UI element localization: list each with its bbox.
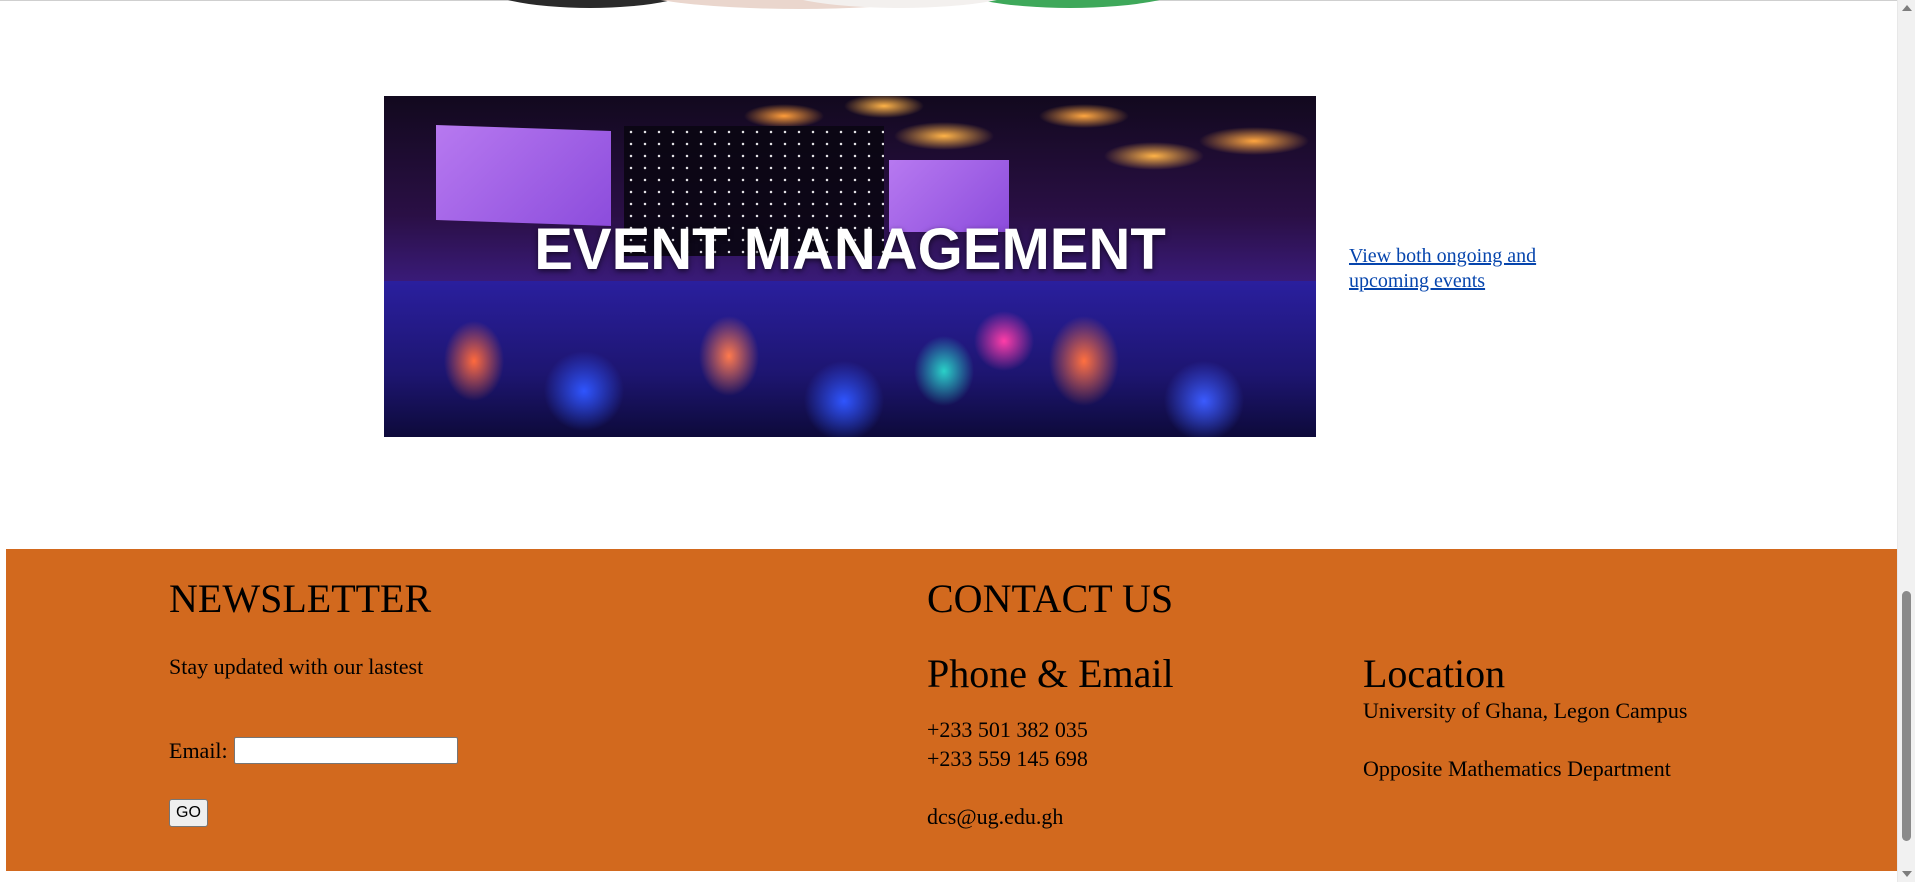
- email-input[interactable]: [233, 737, 458, 764]
- location-details: University of Ghana, Legon Campus Opposi…: [1363, 696, 1723, 783]
- contact-email: dcs@ug.edu.gh: [927, 804, 1064, 829]
- go-button[interactable]: GO: [169, 799, 208, 827]
- scroll-up-arrow-icon[interactable]: [1902, 5, 1912, 11]
- location-section: Location University of Ghana, Legon Camp…: [1363, 652, 1723, 783]
- event-management-image: EVENT MANAGEMENT: [384, 96, 1316, 437]
- location-heading: Location: [1363, 651, 1506, 696]
- email-label: Email:: [169, 737, 228, 763]
- scrollbar-thumb[interactable]: [1902, 591, 1911, 842]
- contact-section: CONTACT US Phone & Email +233 501 382 03…: [927, 576, 1174, 830]
- phone-number: +233 559 145 698: [927, 746, 1088, 771]
- newsletter-subtext: Stay updated with our lastest: [169, 654, 424, 679]
- scroll-down-arrow-icon[interactable]: [1902, 871, 1912, 877]
- view-events-link[interactable]: View both ongoing and upcoming events: [1349, 244, 1579, 294]
- phone-email-details: +233 501 382 035 +233 559 145 698 dcs@ug…: [927, 715, 1088, 831]
- newsletter-section: NEWSLETTER Stay updated with our lastest…: [169, 576, 458, 827]
- event-banner-title: EVENT MANAGEMENT: [534, 217, 1166, 282]
- projection-screen: [436, 124, 611, 227]
- location-landmark: Opposite Mathematics Department: [1363, 756, 1671, 781]
- phone-number: +233 501 382 035: [927, 717, 1088, 742]
- vertical-scrollbar[interactable]: [1897, 0, 1915, 882]
- footer: NEWSLETTER Stay updated with our lastest…: [6, 549, 1897, 871]
- hero-image-remnant: [470, 0, 1210, 10]
- newsletter-heading: NEWSLETTER: [169, 576, 432, 621]
- page: EVENT MANAGEMENT View both ongoing and u…: [0, 0, 1897, 882]
- email-row: Email:: [169, 737, 458, 764]
- location-address: University of Ghana, Legon Campus: [1363, 698, 1688, 723]
- browser-viewport: EVENT MANAGEMENT View both ongoing and u…: [0, 0, 1915, 882]
- hero-image-part: [480, 0, 700, 8]
- phone-email-heading: Phone & Email: [927, 651, 1174, 696]
- banquet-tables: [384, 281, 1316, 437]
- contact-heading: CONTACT US: [927, 576, 1174, 621]
